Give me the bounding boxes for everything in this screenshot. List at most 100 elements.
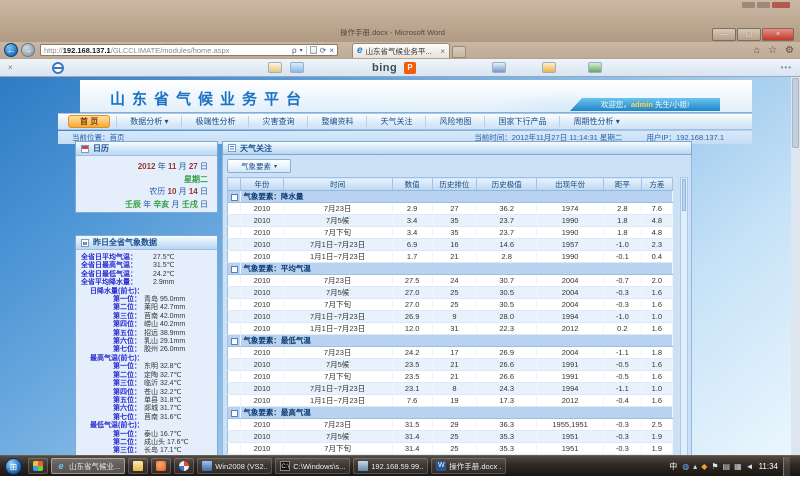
- table-row[interactable]: 20107月23日2.92736.219742.87.6: [228, 203, 673, 215]
- taskbar-vm-window[interactable]: Win2008 (VS2...: [197, 458, 272, 474]
- element-filter-button[interactable]: 气象要素 ▾: [227, 159, 291, 173]
- rank-value: 莒南 42.0mm: [141, 313, 185, 321]
- display-icon[interactable]: ▤: [723, 462, 731, 471]
- table-row[interactable]: 20107月5候23.52126.61991-0.51.6: [228, 359, 673, 371]
- table-row[interactable]: 20101月1日~7月23日12.03122.320120.21.6: [228, 323, 673, 335]
- taskbar-media-app[interactable]: [151, 458, 171, 474]
- table-row[interactable]: 20107月下旬31.42535.31951-0.31.9: [228, 443, 673, 455]
- network-icon[interactable]: ▦: [734, 462, 742, 471]
- maximize-button[interactable]: ▢: [737, 28, 761, 41]
- table-row[interactable]: 20107月1日~7月23日23.1824.31994-1.11.0: [228, 383, 673, 395]
- clock[interactable]: 11:34: [759, 462, 778, 471]
- nav-item[interactable]: 首 页: [68, 115, 110, 128]
- toolbar-close-icon[interactable]: ×: [8, 63, 13, 72]
- scrollbar-thumb[interactable]: [792, 78, 799, 148]
- cell: 24.2: [392, 347, 432, 359]
- table-row[interactable]: 20107月5候27.02530.52004-0.31.6: [228, 287, 673, 299]
- taskbar-browser-ball[interactable]: [174, 458, 194, 474]
- taskbar-word-document[interactable]: W操作手册.docx ...: [431, 458, 506, 474]
- cell: 12.0: [392, 323, 432, 335]
- section-checkbox[interactable]: [231, 338, 238, 345]
- taskbar-remote-desktop[interactable]: 192.168.59.99...: [353, 458, 428, 474]
- hidden-icons-arrow[interactable]: ▴: [693, 462, 697, 471]
- bing-box-icon[interactable]: [404, 62, 416, 74]
- cell: 7月23日: [283, 347, 392, 359]
- table-row[interactable]: 20101月1日~7月23日7.61917.32012-0.41.6: [228, 395, 673, 407]
- weather-data-panel: 昨日全省气象数据 全省日平均气温：27.5℃全省日最高气温：31.5℃全省日最低…: [75, 235, 218, 455]
- tools-icon[interactable]: ⚙: [785, 43, 794, 58]
- nav-item[interactable]: 极端性分析: [181, 116, 248, 127]
- scrollbar-thumb[interactable]: [682, 179, 686, 211]
- rank-group-title: 最低气温(前七)：: [81, 422, 214, 430]
- refresh-icon[interactable]: ⟳: [320, 46, 327, 55]
- table-row[interactable]: 20107月5候31.42535.31951-0.31.9: [228, 431, 673, 443]
- nav-item[interactable]: 整编资料: [307, 116, 366, 127]
- nav-item[interactable]: 数据分析 ▾: [116, 116, 181, 127]
- taskbar-explorer[interactable]: [128, 458, 148, 474]
- volume-icon[interactable]: ◄: [746, 462, 754, 471]
- bing-logo[interactable]: bing: [372, 62, 397, 74]
- table-row[interactable]: 20107月下旬3.43523.719901.84.8: [228, 227, 673, 239]
- cell: 7月23日: [283, 419, 392, 431]
- table-row[interactable]: 20107月23日31.52936.31955,1951-0.32.5: [228, 419, 673, 431]
- nav-item[interactable]: 风险地图: [425, 116, 484, 127]
- table-row[interactable]: 20107月1日~7月23日26.9928.01994-1.01.0: [228, 311, 673, 323]
- cell: -0.1: [603, 251, 641, 263]
- photos-icon[interactable]: [290, 62, 304, 73]
- people-icon[interactable]: [588, 62, 602, 73]
- browser-tab[interactable]: e 山东省气候业务平... ×: [352, 43, 450, 58]
- section-row: 气象要素：平均气温: [228, 263, 673, 275]
- taskbar-ie[interactable]: e山东省气候业...: [51, 458, 125, 474]
- favorites-icon[interactable]: ☆: [768, 43, 777, 58]
- table-row[interactable]: 20107月5候3.43523.719901.84.8: [228, 215, 673, 227]
- start-button[interactable]: ⊞: [5, 458, 22, 475]
- safety-icon[interactable]: ◍: [682, 462, 689, 471]
- nav-item[interactable]: 天气关注: [366, 116, 425, 127]
- table-row[interactable]: 20107月下旬27.02530.52004-0.31.6: [228, 299, 673, 311]
- browser-forward-button[interactable]: →: [21, 43, 35, 57]
- section-checkbox[interactable]: [231, 410, 238, 417]
- taskbar-command-prompt[interactable]: C:\C:\Windows\s...: [275, 458, 350, 474]
- page-icon[interactable]: [310, 46, 317, 54]
- alert-icon[interactable]: ◆: [701, 462, 707, 471]
- rank-value: 莒南 31.6℃: [141, 414, 181, 422]
- section-checkbox[interactable]: [231, 266, 238, 273]
- more-icon[interactable]: •••: [781, 63, 792, 72]
- panel-scrollbar[interactable]: [680, 177, 688, 455]
- nav-item[interactable]: 灾害查询: [248, 116, 307, 127]
- table-row[interactable]: 20107月23日24.21726.92004-1.11.8: [228, 347, 673, 359]
- taskbar-launcher[interactable]: [28, 458, 48, 474]
- rank-line: 第七位：胶州 26.0mm: [81, 346, 214, 354]
- messenger-icon[interactable]: [542, 62, 556, 73]
- chevron-down-icon[interactable]: ▾: [300, 47, 303, 54]
- section-checkbox-cell: [228, 407, 241, 419]
- system-tray: 中 ◍ ▴ ◆ ⚑ ▤▦ ◄ 11:34: [669, 456, 790, 477]
- camera-icon[interactable]: [492, 62, 506, 73]
- blocked-icon[interactable]: [52, 62, 64, 74]
- stop-icon[interactable]: ×: [329, 46, 334, 55]
- ime-indicator[interactable]: 中: [669, 461, 677, 472]
- section-checkbox[interactable]: [231, 194, 238, 201]
- table-row[interactable]: 20107月下旬23.52126.61991-0.51.6: [228, 371, 673, 383]
- show-desktop-button[interactable]: [783, 457, 790, 476]
- table-row[interactable]: 20107月23日27.52430.72004-0.72.0: [228, 275, 673, 287]
- browser-scrollbar[interactable]: [791, 77, 800, 455]
- table-row[interactable]: 20101月1日~7月23日1.7212.81990-0.10.4: [228, 251, 673, 263]
- cell: 2012: [537, 323, 604, 335]
- cell: 7月下旬: [283, 227, 392, 239]
- close-button[interactable]: ×: [762, 28, 794, 41]
- table-row[interactable]: 20107月1日~7月23日6.91614.61957-1.02.3: [228, 239, 673, 251]
- search-icon[interactable]: ρ: [292, 46, 297, 55]
- minimize-button[interactable]: —: [712, 28, 736, 41]
- flag-icon[interactable]: ⚑: [711, 462, 718, 471]
- new-tab-button[interactable]: [452, 46, 466, 58]
- address-bar[interactable]: http://192.168.137.1/GLCCLIMATE/modules/…: [40, 44, 338, 56]
- browser-back-button[interactable]: ←: [4, 43, 18, 57]
- nav-item[interactable]: 国家下行产品: [484, 116, 559, 127]
- nav-item[interactable]: 周期性分析 ▾: [559, 116, 632, 127]
- cell: 2.3: [641, 239, 672, 251]
- mail-icon[interactable]: [268, 62, 282, 73]
- tab-close-icon[interactable]: ×: [440, 47, 445, 56]
- home-icon[interactable]: ⌂: [754, 43, 760, 58]
- stat-label: 全省日最低气温：: [81, 271, 153, 279]
